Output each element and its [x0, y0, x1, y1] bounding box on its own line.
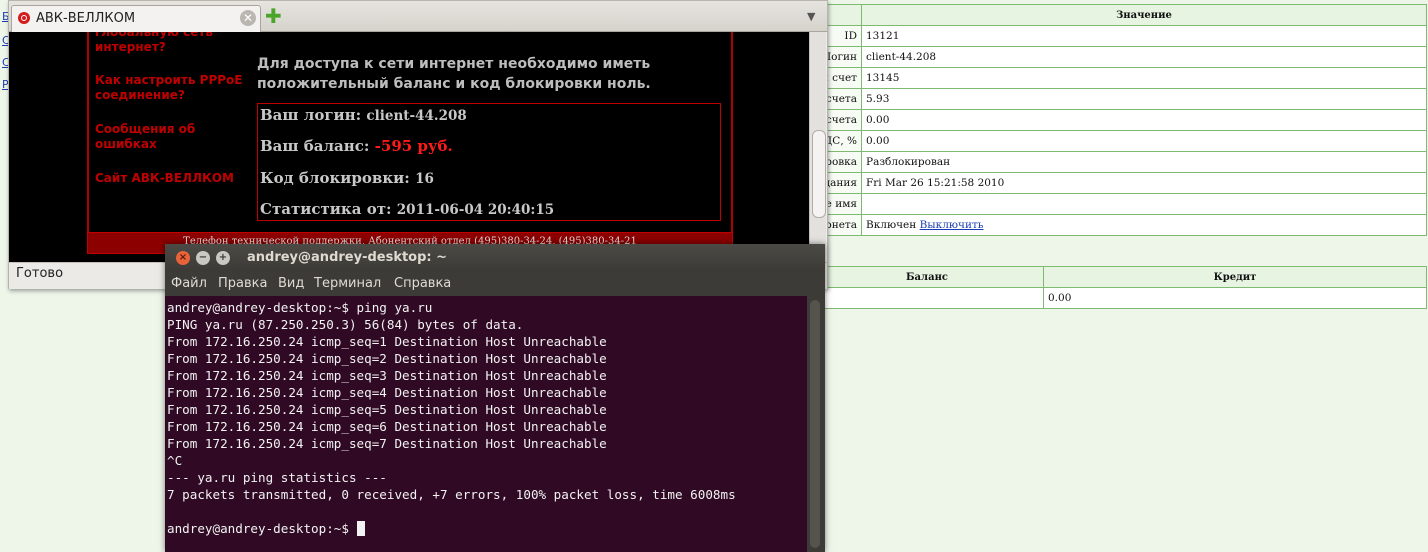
row-value: Включен Выключить — [861, 214, 1427, 236]
close-tab-icon[interactable]: ✕ — [240, 10, 256, 26]
site-content: Для доступа к сети интернет необходимо и… — [247, 32, 733, 234]
balance-label: Ваш баланс: — [260, 137, 370, 155]
terminal-scrollbar-thumb[interactable] — [810, 300, 820, 548]
row-value: 5.93 — [861, 88, 1427, 110]
tab-bar: АВК-ВЕЛЛКОМ ✕ ✚ ▼ — [9, 1, 827, 32]
menu-edit[interactable]: Правка — [218, 276, 267, 291]
menu-link-site[interactable]: Сайт АВК-ВЕЛЛКОМ — [95, 171, 245, 186]
tab-avk-wellcom[interactable]: АВК-ВЕЛЛКОМ ✕ — [11, 5, 261, 32]
disable-internet-link[interactable]: Выключить — [920, 219, 984, 231]
menu-link-pppoe[interactable]: Как настроить PPPoE соединение? — [95, 73, 245, 103]
terminal-window: × − + andrey@andrey-desktop: ~ Файл Прав… — [165, 244, 825, 552]
balance-cell — [810, 287, 1044, 309]
site-sidebar: глобальную сеть интернет? Как настроить … — [87, 32, 249, 234]
terminal-menubar: Файл Правка Вид Терминал Справка — [165, 272, 825, 296]
access-notice: Для доступа к сети интернет необходимо и… — [257, 56, 651, 92]
stats-label: Статистика от: — [260, 200, 392, 218]
balance-table: Баланс Кредит 0.00 — [810, 266, 1427, 309]
row-value: Fri Mar 26 15:21:58 2010 — [861, 172, 1427, 194]
row-value: 13121 — [861, 25, 1427, 47]
terminal-scrollbar[interactable] — [807, 296, 825, 552]
maximize-window-icon[interactable]: + — [216, 251, 230, 265]
internet-status-text: Включен — [866, 219, 917, 231]
row-value: Разблокирован — [861, 151, 1427, 173]
menu-terminal[interactable]: Терминал — [314, 276, 381, 291]
terminal-text: andrey@andrey-desktop:~$ ping ya.ru PING… — [167, 299, 736, 537]
minimize-window-icon[interactable]: − — [196, 251, 210, 265]
menu-link-errors[interactable]: Сообщения об ошибках — [95, 122, 245, 152]
row-value: 0.00 — [861, 130, 1427, 152]
row-value: client-44.208 — [861, 46, 1427, 68]
opera-icon — [18, 12, 30, 24]
row-value — [861, 193, 1427, 215]
new-tab-icon[interactable]: ✚ — [265, 6, 282, 26]
scrollbar-thumb[interactable] — [812, 130, 826, 218]
text-cursor — [356, 521, 365, 536]
stats-row: Статистика от: 2011-06-04 20:40:15 — [260, 200, 554, 218]
row-value: 0.00 — [861, 109, 1427, 131]
status-text: Готово — [16, 266, 64, 281]
terminal-title: andrey@andrey-desktop: ~ — [247, 250, 448, 265]
block-code-value: 16 — [415, 171, 434, 187]
credit-cell: 0.00 — [1043, 287, 1427, 309]
web-viewport: глобальную сеть интернет? Как настроить … — [9, 32, 809, 262]
block-code-row: Код блокировки: 16 — [260, 169, 434, 187]
tab-title: АВК-ВЕЛЛКОМ — [36, 11, 136, 26]
login-row: Ваш логин: client-44.208 — [260, 106, 467, 124]
terminal-titlebar[interactable]: × − + andrey@andrey-desktop: ~ — [165, 244, 825, 272]
menu-link-internet[interactable]: глобальную сеть интернет? — [95, 32, 245, 55]
menu-help[interactable]: Справка — [394, 276, 451, 291]
close-window-icon[interactable]: × — [176, 251, 190, 265]
header-value-cell: Значение — [861, 4, 1427, 26]
credit-header: Кредит — [1043, 266, 1427, 288]
page-scrollbar[interactable] — [809, 32, 826, 262]
balance-row: Ваш баланс: -595 руб. — [260, 137, 453, 155]
shell-prompt: andrey@andrey-desktop:~$ — [167, 521, 357, 536]
stats-value: 2011-06-04 20:40:15 — [396, 202, 555, 218]
login-label: Ваш логин: — [260, 106, 362, 124]
block-code-label: Код блокировки: — [260, 169, 410, 187]
balance-header: Баланс — [810, 266, 1044, 288]
menu-view[interactable]: Вид — [278, 276, 304, 291]
account-info-table: Значение ID 13121 Логин client-44.208 й сч… — [810, 4, 1427, 236]
balance-value: -595 руб. — [374, 137, 453, 155]
account-summary-box: Ваш логин: client-44.208 Ваш баланс: -59… — [257, 103, 721, 221]
ping-output: andrey@andrey-desktop:~$ ping ya.ru PING… — [167, 300, 736, 502]
row-value: 13145 — [861, 67, 1427, 89]
menu-file[interactable]: Файл — [171, 276, 207, 291]
login-value: client-44.208 — [366, 108, 467, 124]
tab-list-arrow-icon[interactable]: ▼ — [807, 10, 815, 23]
terminal-output-area[interactable]: andrey@andrey-desktop:~$ ping ya.ru PING… — [165, 296, 807, 552]
